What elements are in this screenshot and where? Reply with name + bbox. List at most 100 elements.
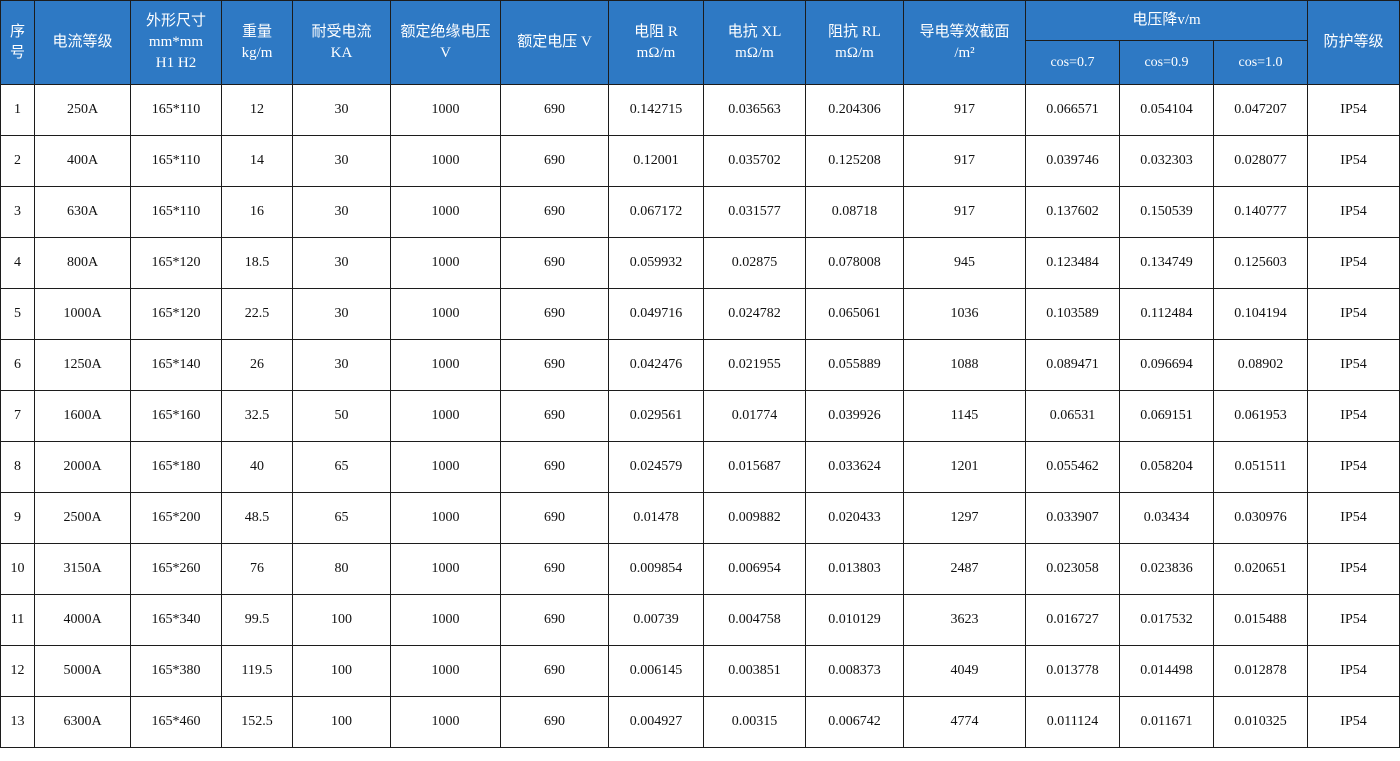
cell-weight: 99.5 bbox=[221, 594, 293, 646]
header-dimensions: 外形尺寸 mm*mm H1 H2 bbox=[130, 0, 222, 85]
cell-dimensions: 165*340 bbox=[130, 594, 222, 646]
cell-insulation-voltage: 1000 bbox=[390, 492, 501, 544]
cell-impedance: 0.013803 bbox=[805, 543, 904, 595]
cell-reactance: 0.003851 bbox=[703, 645, 806, 697]
cell-cross-section: 2487 bbox=[903, 543, 1026, 595]
cell-impedance: 0.08718 bbox=[805, 186, 904, 238]
table-body: 1 250A 165*110 12 30 1000 690 0.142715 0.036563 0… bbox=[0, 84, 1400, 748]
cell-drop-cos-1.0: 0.125603 bbox=[1212, 237, 1309, 289]
cell-withstand-current: 30 bbox=[292, 84, 391, 136]
cell-drop-cos-0.9: 0.069151 bbox=[1119, 390, 1214, 442]
cell-dimensions: 165*380 bbox=[130, 645, 222, 697]
cell-dimensions: 165*260 bbox=[130, 543, 222, 595]
table-row: 9 2500A 165*200 48.5 65 1000 690 0.01478 0.00988… bbox=[0, 492, 1400, 544]
cell-reactance: 0.004758 bbox=[703, 594, 806, 646]
cell-withstand-current: 30 bbox=[292, 186, 391, 238]
cell-protection-class: IP54 bbox=[1307, 237, 1400, 289]
cell-cross-section: 4049 bbox=[903, 645, 1026, 697]
cell-drop-cos-0.7: 0.089471 bbox=[1025, 339, 1120, 391]
cell-seq: 9 bbox=[0, 492, 35, 544]
cell-cross-section: 1145 bbox=[903, 390, 1026, 442]
cell-resistance: 0.042476 bbox=[608, 339, 704, 391]
cell-resistance: 0.029561 bbox=[608, 390, 704, 442]
cell-seq: 5 bbox=[0, 288, 35, 340]
cell-current-rating: 3150A bbox=[34, 543, 131, 595]
table-row: 6 1250A 165*140 26 30 1000 690 0.042476 0.021955… bbox=[0, 339, 1400, 391]
cell-weight: 16 bbox=[221, 186, 293, 238]
header-row-top: 序 号 电流等级 外形尺寸 mm*mm H1 H2 重量 kg/m 耐受电流 K… bbox=[0, 0, 1400, 85]
cell-drop-cos-0.7: 0.123484 bbox=[1025, 237, 1120, 289]
cell-insulation-voltage: 1000 bbox=[390, 645, 501, 697]
cell-drop-cos-1.0: 0.030976 bbox=[1212, 492, 1309, 544]
header-cross-section: 导电等效截面 /m² bbox=[903, 0, 1026, 85]
cell-resistance: 0.006145 bbox=[608, 645, 704, 697]
cell-drop-cos-0.7: 0.011124 bbox=[1025, 696, 1120, 748]
table-row: 7 1600A 165*160 32.5 50 1000 690 0.029561 0.0177… bbox=[0, 390, 1400, 442]
cell-rated-voltage: 690 bbox=[500, 288, 609, 340]
cell-cross-section: 1201 bbox=[903, 441, 1026, 493]
table-row: 10 3150A 165*260 76 80 1000 690 0.009854 0.00695… bbox=[0, 543, 1400, 595]
cell-insulation-voltage: 1000 bbox=[390, 237, 501, 289]
cell-withstand-current: 65 bbox=[292, 492, 391, 544]
cell-drop-cos-0.7: 0.066571 bbox=[1025, 84, 1120, 136]
cell-protection-class: IP54 bbox=[1307, 696, 1400, 748]
cell-drop-cos-0.9: 0.03434 bbox=[1119, 492, 1214, 544]
cell-insulation-voltage: 1000 bbox=[390, 543, 501, 595]
cell-seq: 13 bbox=[0, 696, 35, 748]
cell-protection-class: IP54 bbox=[1307, 594, 1400, 646]
cell-drop-cos-0.9: 0.112484 bbox=[1119, 288, 1214, 340]
cell-drop-cos-0.9: 0.054104 bbox=[1119, 84, 1214, 136]
cell-rated-voltage: 690 bbox=[500, 543, 609, 595]
cell-resistance: 0.01478 bbox=[608, 492, 704, 544]
cell-protection-class: IP54 bbox=[1307, 186, 1400, 238]
cell-impedance: 0.020433 bbox=[805, 492, 904, 544]
cell-seq: 12 bbox=[0, 645, 35, 697]
cell-drop-cos-1.0: 0.012878 bbox=[1212, 645, 1309, 697]
cell-drop-cos-1.0: 0.051511 bbox=[1212, 441, 1309, 493]
cell-resistance: 0.004927 bbox=[608, 696, 704, 748]
header-cos-0.7: cos=0.7 bbox=[1025, 40, 1120, 85]
cell-drop-cos-0.9: 0.096694 bbox=[1119, 339, 1214, 391]
cell-protection-class: IP54 bbox=[1307, 390, 1400, 442]
cell-withstand-current: 30 bbox=[292, 237, 391, 289]
cell-rated-voltage: 690 bbox=[500, 339, 609, 391]
cell-protection-class: IP54 bbox=[1307, 645, 1400, 697]
header-withstand-current: 耐受电流 KA bbox=[292, 0, 391, 85]
cell-current-rating: 800A bbox=[34, 237, 131, 289]
cell-cross-section: 1036 bbox=[903, 288, 1026, 340]
cell-impedance: 0.006742 bbox=[805, 696, 904, 748]
cell-protection-class: IP54 bbox=[1307, 84, 1400, 136]
header-reactance: 电抗 XL mΩ/m bbox=[703, 0, 806, 85]
cell-current-rating: 250A bbox=[34, 84, 131, 136]
cell-weight: 76 bbox=[221, 543, 293, 595]
cell-rated-voltage: 690 bbox=[500, 645, 609, 697]
cell-drop-cos-0.7: 0.016727 bbox=[1025, 594, 1120, 646]
cell-drop-cos-0.9: 0.017532 bbox=[1119, 594, 1214, 646]
cell-current-rating: 1250A bbox=[34, 339, 131, 391]
table-row: 13 6300A 165*460 152.5 100 1000 690 0.004927 0.0… bbox=[0, 696, 1400, 748]
cell-drop-cos-0.9: 0.032303 bbox=[1119, 135, 1214, 187]
cell-withstand-current: 50 bbox=[292, 390, 391, 442]
cell-resistance: 0.049716 bbox=[608, 288, 704, 340]
cell-resistance: 0.059932 bbox=[608, 237, 704, 289]
cell-rated-voltage: 690 bbox=[500, 84, 609, 136]
table-row: 1 250A 165*110 12 30 1000 690 0.142715 0.036563 0… bbox=[0, 84, 1400, 136]
cell-drop-cos-0.7: 0.013778 bbox=[1025, 645, 1120, 697]
header-current-rating: 电流等级 bbox=[34, 0, 131, 85]
cell-dimensions: 165*140 bbox=[130, 339, 222, 391]
cell-rated-voltage: 690 bbox=[500, 492, 609, 544]
table-row: 5 1000A 165*120 22.5 30 1000 690 0.049716 0.0247… bbox=[0, 288, 1400, 340]
header-protection-class: 防护等级 bbox=[1307, 0, 1400, 85]
cell-dimensions: 165*200 bbox=[130, 492, 222, 544]
cell-dimensions: 165*110 bbox=[130, 186, 222, 238]
cell-weight: 152.5 bbox=[221, 696, 293, 748]
cell-reactance: 0.024782 bbox=[703, 288, 806, 340]
cell-resistance: 0.009854 bbox=[608, 543, 704, 595]
table-row: 3 630A 165*110 16 30 1000 690 0.067172 0.031577 0… bbox=[0, 186, 1400, 238]
cell-rated-voltage: 690 bbox=[500, 186, 609, 238]
header-seq: 序 号 bbox=[0, 0, 35, 85]
cell-dimensions: 165*110 bbox=[130, 84, 222, 136]
cell-resistance: 0.067172 bbox=[608, 186, 704, 238]
cell-insulation-voltage: 1000 bbox=[390, 186, 501, 238]
cell-dimensions: 165*110 bbox=[130, 135, 222, 187]
